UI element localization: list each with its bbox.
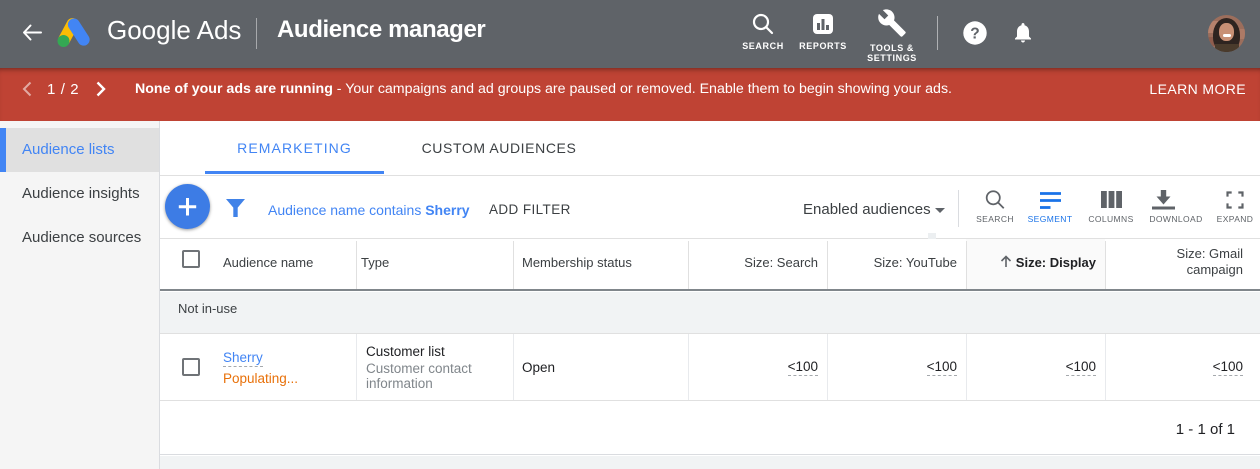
svg-text:?: ?	[970, 26, 979, 43]
